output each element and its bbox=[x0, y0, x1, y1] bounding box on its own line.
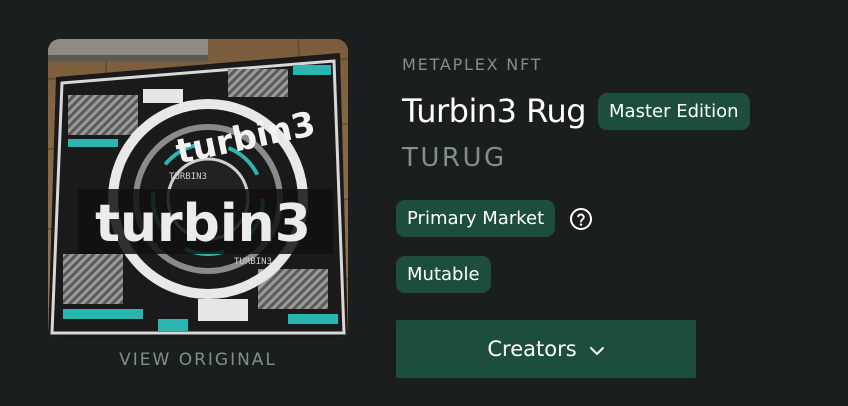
mutable-row: Mutable bbox=[396, 256, 491, 293]
rug-small-text-2: TURBIN3 bbox=[234, 257, 272, 267]
market-badge: Primary Market bbox=[396, 200, 556, 237]
market-row: Primary Market bbox=[396, 200, 593, 237]
question-circle-icon[interactable] bbox=[569, 207, 593, 231]
nft-symbol: TURUG bbox=[402, 143, 507, 173]
creators-button-label: Creators bbox=[487, 337, 577, 361]
collection-label: METAPLEX NFT bbox=[402, 55, 543, 74]
chevron-down-icon bbox=[589, 337, 605, 361]
rug-big-text: turbin3 bbox=[95, 194, 311, 254]
edition-badge: Master Edition bbox=[598, 92, 750, 130]
nft-image[interactable]: turbin3 turbin3 TURBIN3 TURBIN3 bbox=[48, 39, 348, 339]
rug-small-text-1: TURBIN3 bbox=[169, 172, 207, 182]
creators-button[interactable]: Creators bbox=[396, 320, 696, 378]
nft-rug-artwork: turbin3 turbin3 TURBIN3 TURBIN3 bbox=[48, 39, 348, 339]
nft-detail-page: turbin3 turbin3 TURBIN3 TURBIN3 VIEW ORI… bbox=[0, 0, 848, 406]
mutable-badge: Mutable bbox=[396, 256, 491, 293]
title-row: Turbin3 Rug Master Edition bbox=[402, 92, 750, 130]
nft-name: Turbin3 Rug bbox=[402, 92, 587, 130]
view-original-link[interactable]: VIEW ORIGINAL bbox=[48, 350, 348, 370]
